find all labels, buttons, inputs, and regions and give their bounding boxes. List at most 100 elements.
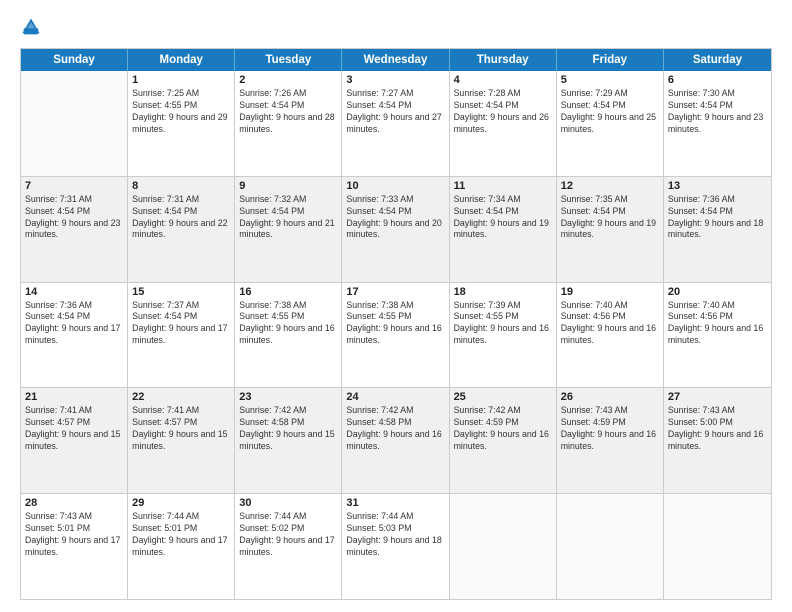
day-number: 13: [668, 180, 767, 192]
calendar-cell: 21 Sunrise: 7:41 AM Sunset: 4:57 PM Dayl…: [21, 388, 128, 493]
day-number: 17: [346, 286, 444, 298]
daylight-line: Daylight: 9 hours and 17 minutes.: [25, 535, 123, 559]
sunrise-line: Sunrise: 7:43 AM: [25, 511, 123, 523]
sunset-line: Sunset: 4:54 PM: [346, 100, 444, 112]
day-number: 18: [454, 286, 552, 298]
day-number: 27: [668, 391, 767, 403]
sunrise-line: Sunrise: 7:32 AM: [239, 194, 337, 206]
page: SundayMondayTuesdayWednesdayThursdayFrid…: [0, 0, 792, 612]
sunset-line: Sunset: 4:54 PM: [454, 100, 552, 112]
sunrise-line: Sunrise: 7:38 AM: [346, 300, 444, 312]
sunset-line: Sunset: 4:54 PM: [25, 206, 123, 218]
calendar-cell: 17 Sunrise: 7:38 AM Sunset: 4:55 PM Dayl…: [342, 283, 449, 388]
calendar-week: 28 Sunrise: 7:43 AM Sunset: 5:01 PM Dayl…: [21, 494, 771, 599]
calendar-cell: 31 Sunrise: 7:44 AM Sunset: 5:03 PM Dayl…: [342, 494, 449, 599]
calendar-cell: 18 Sunrise: 7:39 AM Sunset: 4:55 PM Dayl…: [450, 283, 557, 388]
calendar-cell: 13 Sunrise: 7:36 AM Sunset: 4:54 PM Dayl…: [664, 177, 771, 282]
sunrise-line: Sunrise: 7:39 AM: [454, 300, 552, 312]
sunrise-line: Sunrise: 7:26 AM: [239, 88, 337, 100]
day-number: 24: [346, 391, 444, 403]
daylight-line: Daylight: 9 hours and 19 minutes.: [561, 218, 659, 242]
daylight-line: Daylight: 9 hours and 20 minutes.: [346, 218, 444, 242]
daylight-line: Daylight: 9 hours and 16 minutes.: [346, 323, 444, 347]
sunrise-line: Sunrise: 7:33 AM: [346, 194, 444, 206]
sunrise-line: Sunrise: 7:36 AM: [668, 194, 767, 206]
day-number: 14: [25, 286, 123, 298]
daylight-line: Daylight: 9 hours and 17 minutes.: [132, 535, 230, 559]
daylight-line: Daylight: 9 hours and 16 minutes.: [239, 323, 337, 347]
day-number: 10: [346, 180, 444, 192]
sunset-line: Sunset: 4:54 PM: [561, 206, 659, 218]
daylight-line: Daylight: 9 hours and 15 minutes.: [25, 429, 123, 453]
sunrise-line: Sunrise: 7:42 AM: [346, 405, 444, 417]
daylight-line: Daylight: 9 hours and 26 minutes.: [454, 112, 552, 136]
sunrise-line: Sunrise: 7:42 AM: [454, 405, 552, 417]
sunrise-line: Sunrise: 7:38 AM: [239, 300, 337, 312]
calendar-cell: 28 Sunrise: 7:43 AM Sunset: 5:01 PM Dayl…: [21, 494, 128, 599]
calendar-cell: 20 Sunrise: 7:40 AM Sunset: 4:56 PM Dayl…: [664, 283, 771, 388]
sunset-line: Sunset: 4:54 PM: [668, 206, 767, 218]
calendar-cell: 6 Sunrise: 7:30 AM Sunset: 4:54 PM Dayli…: [664, 71, 771, 176]
weekday-header: Tuesday: [235, 49, 342, 71]
sunrise-line: Sunrise: 7:43 AM: [561, 405, 659, 417]
sunset-line: Sunset: 4:55 PM: [239, 311, 337, 323]
calendar-cell: 14 Sunrise: 7:36 AM Sunset: 4:54 PM Dayl…: [21, 283, 128, 388]
day-number: 23: [239, 391, 337, 403]
weekday-header: Friday: [557, 49, 664, 71]
calendar-cell: 16 Sunrise: 7:38 AM Sunset: 4:55 PM Dayl…: [235, 283, 342, 388]
calendar-cell: 22 Sunrise: 7:41 AM Sunset: 4:57 PM Dayl…: [128, 388, 235, 493]
calendar-cell: 19 Sunrise: 7:40 AM Sunset: 4:56 PM Dayl…: [557, 283, 664, 388]
sunset-line: Sunset: 5:01 PM: [132, 523, 230, 535]
sunset-line: Sunset: 4:55 PM: [132, 100, 230, 112]
sunset-line: Sunset: 5:02 PM: [239, 523, 337, 535]
day-number: 3: [346, 74, 444, 86]
sunrise-line: Sunrise: 7:31 AM: [25, 194, 123, 206]
calendar-cell: 23 Sunrise: 7:42 AM Sunset: 4:58 PM Dayl…: [235, 388, 342, 493]
calendar-cell: 7 Sunrise: 7:31 AM Sunset: 4:54 PM Dayli…: [21, 177, 128, 282]
day-number: 8: [132, 180, 230, 192]
sunrise-line: Sunrise: 7:43 AM: [668, 405, 767, 417]
day-number: 20: [668, 286, 767, 298]
daylight-line: Daylight: 9 hours and 16 minutes.: [561, 323, 659, 347]
calendar: SundayMondayTuesdayWednesdayThursdayFrid…: [20, 48, 772, 600]
calendar-cell: 11 Sunrise: 7:34 AM Sunset: 4:54 PM Dayl…: [450, 177, 557, 282]
sunset-line: Sunset: 4:58 PM: [239, 417, 337, 429]
day-number: 11: [454, 180, 552, 192]
sunrise-line: Sunrise: 7:36 AM: [25, 300, 123, 312]
day-number: 21: [25, 391, 123, 403]
calendar-body: 1 Sunrise: 7:25 AM Sunset: 4:55 PM Dayli…: [21, 71, 771, 599]
day-number: 16: [239, 286, 337, 298]
daylight-line: Daylight: 9 hours and 16 minutes.: [668, 323, 767, 347]
calendar-cell: 10 Sunrise: 7:33 AM Sunset: 4:54 PM Dayl…: [342, 177, 449, 282]
weekday-header: Saturday: [664, 49, 771, 71]
sunset-line: Sunset: 4:54 PM: [132, 311, 230, 323]
day-number: 15: [132, 286, 230, 298]
sunrise-line: Sunrise: 7:40 AM: [668, 300, 767, 312]
calendar-week: 21 Sunrise: 7:41 AM Sunset: 4:57 PM Dayl…: [21, 388, 771, 494]
day-number: 26: [561, 391, 659, 403]
daylight-line: Daylight: 9 hours and 25 minutes.: [561, 112, 659, 136]
sunset-line: Sunset: 4:59 PM: [561, 417, 659, 429]
sunrise-line: Sunrise: 7:34 AM: [454, 194, 552, 206]
day-number: 25: [454, 391, 552, 403]
daylight-line: Daylight: 9 hours and 21 minutes.: [239, 218, 337, 242]
day-number: 12: [561, 180, 659, 192]
daylight-line: Daylight: 9 hours and 16 minutes.: [454, 323, 552, 347]
sunset-line: Sunset: 4:54 PM: [561, 100, 659, 112]
sunset-line: Sunset: 4:54 PM: [668, 100, 767, 112]
calendar-cell: 8 Sunrise: 7:31 AM Sunset: 4:54 PM Dayli…: [128, 177, 235, 282]
sunset-line: Sunset: 4:57 PM: [132, 417, 230, 429]
calendar-cell: 12 Sunrise: 7:35 AM Sunset: 4:54 PM Dayl…: [557, 177, 664, 282]
calendar-week: 1 Sunrise: 7:25 AM Sunset: 4:55 PM Dayli…: [21, 71, 771, 177]
sunrise-line: Sunrise: 7:27 AM: [346, 88, 444, 100]
sunrise-line: Sunrise: 7:35 AM: [561, 194, 659, 206]
calendar-cell: 24 Sunrise: 7:42 AM Sunset: 4:58 PM Dayl…: [342, 388, 449, 493]
day-number: 31: [346, 497, 444, 509]
daylight-line: Daylight: 9 hours and 16 minutes.: [346, 429, 444, 453]
day-number: 6: [668, 74, 767, 86]
calendar-cell: 26 Sunrise: 7:43 AM Sunset: 4:59 PM Dayl…: [557, 388, 664, 493]
calendar-cell: 29 Sunrise: 7:44 AM Sunset: 5:01 PM Dayl…: [128, 494, 235, 599]
day-number: 5: [561, 74, 659, 86]
daylight-line: Daylight: 9 hours and 17 minutes.: [25, 323, 123, 347]
daylight-line: Daylight: 9 hours and 23 minutes.: [668, 112, 767, 136]
